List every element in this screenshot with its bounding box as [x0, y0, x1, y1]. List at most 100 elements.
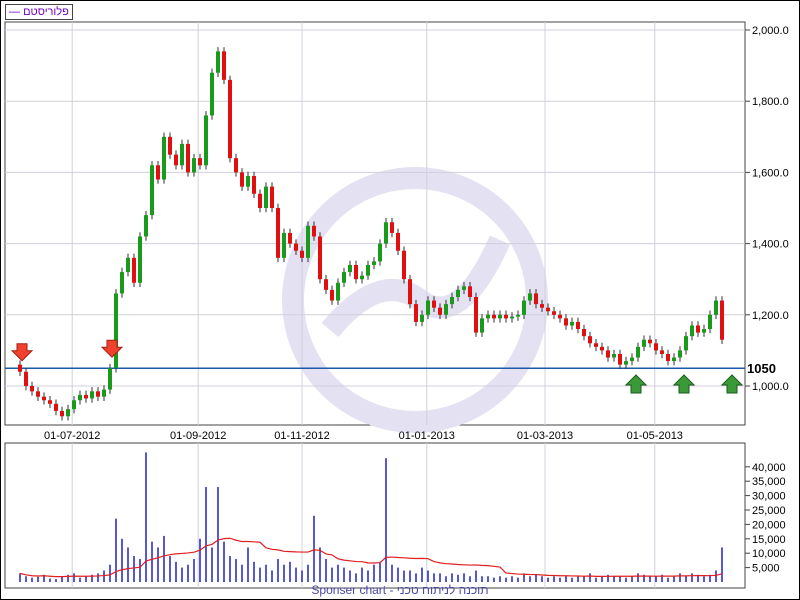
candle-down — [18, 364, 22, 372]
candle-down — [492, 314, 496, 319]
y-tick-label: 1,800.0 — [752, 96, 789, 108]
candle-up — [336, 282, 340, 301]
volume-tick-label: 20,000 — [752, 519, 786, 531]
candle-down — [48, 400, 52, 404]
candle-up — [216, 51, 220, 73]
candle-down — [222, 51, 226, 80]
candle-up — [420, 314, 424, 322]
y-tick-label: 1,400.0 — [752, 239, 789, 251]
candle-up — [684, 336, 688, 351]
volume-tick-label: 35,000 — [752, 476, 786, 488]
candle-down — [660, 350, 664, 354]
candle-down — [600, 346, 604, 351]
y-tick-label: 1,200.0 — [752, 310, 789, 322]
candle-up — [672, 357, 676, 362]
candle-down — [186, 143, 190, 173]
candle-down — [540, 304, 544, 308]
candle-down — [558, 314, 562, 319]
candle-down — [42, 396, 46, 401]
candle-down — [588, 336, 592, 344]
candle-down — [24, 371, 28, 386]
candle-down — [618, 353, 622, 365]
candle-down — [228, 79, 232, 159]
candle-down — [396, 232, 400, 251]
candle-up — [360, 275, 364, 280]
candle-up — [138, 236, 142, 283]
candle-up — [516, 314, 520, 317]
candle-up — [456, 289, 460, 297]
candle-up — [678, 350, 682, 358]
x-tick-label: 01-03-2013 — [517, 430, 573, 442]
candle-up — [372, 261, 376, 265]
candle-down — [174, 154, 178, 166]
candle-up — [480, 318, 484, 333]
candle-up — [630, 357, 634, 362]
candle-down — [234, 158, 238, 173]
candle-up — [264, 186, 268, 208]
x-tick-label: 01-05-2013 — [627, 430, 683, 442]
candle-up — [462, 286, 466, 290]
candle-down — [648, 339, 652, 344]
volume-tick-label: 5,000 — [752, 563, 780, 575]
candle-down — [576, 321, 580, 330]
candle-down — [276, 208, 280, 258]
candle-up — [210, 72, 214, 116]
candle-down — [318, 236, 322, 280]
candle-up — [366, 264, 370, 276]
candle-down — [36, 391, 40, 397]
candle-down — [696, 325, 700, 333]
candle-up — [348, 264, 352, 273]
candle-up — [282, 232, 286, 258]
candle-up — [162, 136, 166, 180]
x-tick-label: 01-09-2012 — [170, 430, 226, 442]
candle-up — [114, 293, 118, 369]
candle-down — [432, 300, 436, 308]
candle-down — [240, 172, 244, 187]
volume-tick-label: 40,000 — [752, 462, 786, 474]
footer-credit: Sponser chart - תוכנה לניתוח טכני — [311, 583, 489, 597]
candle-up — [90, 391, 94, 399]
candle-down — [330, 289, 334, 301]
candle-down — [468, 286, 472, 297]
candle-down — [156, 165, 160, 180]
candle-down — [534, 293, 538, 305]
candle-down — [60, 410, 64, 417]
candle-up — [426, 300, 430, 315]
candle-up — [102, 389, 106, 397]
candle-down — [552, 311, 556, 315]
candle-up — [624, 361, 628, 365]
x-tick-label: 01-11-2012 — [274, 430, 329, 442]
y-tick-label: 2,000.0 — [752, 25, 789, 37]
volume-tick-label: 10,000 — [752, 548, 786, 560]
candle-down — [252, 175, 256, 194]
candle-down — [474, 297, 478, 333]
candle-down — [324, 279, 328, 290]
candle-up — [246, 175, 250, 187]
candle-down — [198, 158, 202, 166]
candle-up — [204, 115, 208, 166]
candle-down — [132, 257, 136, 283]
level-line-label: 1050 — [747, 361, 776, 376]
candle-up — [78, 394, 82, 401]
candle-down — [96, 391, 100, 397]
volume-tick-label: 30,000 — [752, 491, 786, 503]
x-tick-label: 01-01-2013 — [399, 430, 455, 442]
candle-down — [168, 136, 172, 155]
candle-up — [702, 329, 706, 333]
candle-up — [120, 272, 124, 294]
candle-up — [498, 314, 502, 319]
candle-up — [714, 300, 718, 315]
candle-down — [30, 386, 34, 392]
candle-up — [636, 346, 640, 358]
candle-down — [270, 186, 274, 208]
candle-up — [642, 339, 646, 347]
candle-down — [300, 250, 304, 258]
candle-up — [450, 297, 454, 305]
candle-down — [54, 403, 58, 411]
candle-down — [390, 222, 394, 233]
candle-up — [690, 325, 694, 337]
candle-down — [504, 314, 508, 319]
candle-up — [150, 165, 154, 216]
candle-down — [408, 279, 412, 305]
candle-up — [486, 314, 490, 319]
